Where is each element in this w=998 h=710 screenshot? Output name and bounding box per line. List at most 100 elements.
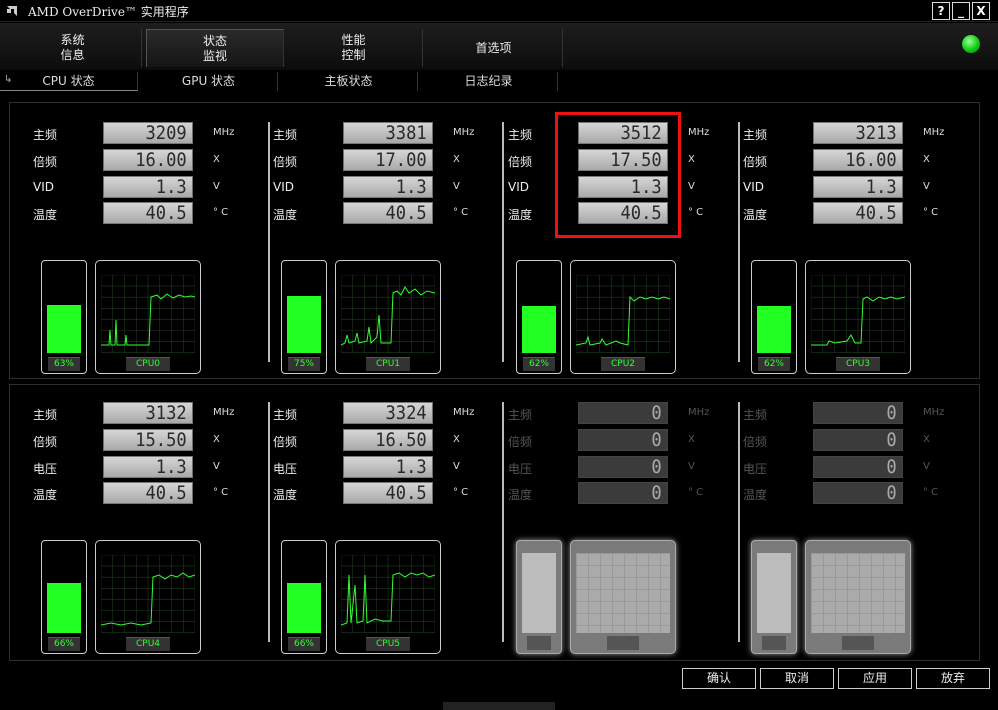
cpu-load-graph: CPU0 bbox=[95, 260, 201, 374]
metric-value-display: 1.3 bbox=[343, 456, 433, 478]
metric-row: 电压 0 V bbox=[743, 456, 973, 478]
cpu-core-block: 主频 0 MHz 倍频 0 X 电压 0 V 温度 0 ° C bbox=[508, 402, 742, 672]
cpu-load-meter bbox=[516, 540, 562, 654]
metric-unit: ° C bbox=[453, 487, 469, 498]
discard-button[interactable]: 放弃 bbox=[916, 668, 990, 689]
metric-label: 倍频 bbox=[33, 155, 58, 169]
tab-preferences[interactable]: 首选项 bbox=[425, 29, 563, 67]
subtab-log[interactable]: 日志纪录 bbox=[420, 72, 558, 91]
cpu-load-graph: CPU1 bbox=[335, 260, 441, 374]
metric-label: 温度 bbox=[508, 488, 533, 502]
cpu-core-name: CPU3 bbox=[836, 357, 880, 371]
metric-unit: V bbox=[923, 461, 930, 472]
subtab-arrow-icon: ↳ bbox=[4, 74, 13, 85]
title-bar: AMD OverDrive™ 实用程序 ? _ X bbox=[0, 0, 998, 22]
metric-value-display: 15.50 bbox=[103, 429, 193, 451]
metric-label: 温度 bbox=[508, 208, 533, 222]
cpu-core-name: CPU4 bbox=[126, 637, 170, 651]
metric-label: VID bbox=[743, 180, 764, 194]
cpu-core-name: CPU2 bbox=[601, 357, 645, 371]
metric-value-display: 0 bbox=[813, 402, 903, 424]
metric-row: 倍频 15.50 X bbox=[33, 429, 263, 451]
subtab-gpu-status[interactable]: GPU 状态 bbox=[140, 72, 278, 91]
cpu-core-block: 主频 0 MHz 倍频 0 X 电压 0 V 温度 0 ° C bbox=[743, 402, 977, 672]
metric-unit: ° C bbox=[213, 207, 229, 218]
close-button[interactable]: X bbox=[972, 2, 990, 20]
metric-label: 主频 bbox=[273, 408, 298, 422]
metric-unit: X bbox=[453, 434, 460, 445]
cpu-history-chart-inactive bbox=[811, 553, 905, 633]
subtab-cpu-status[interactable]: CPU 状态 bbox=[0, 72, 138, 91]
apply-button[interactable]: 应用 bbox=[838, 668, 912, 689]
status-indicator-icon bbox=[962, 35, 980, 53]
tab-status-monitor[interactable]: 状态 监视 bbox=[146, 29, 284, 67]
metric-value-display: 1.3 bbox=[343, 176, 433, 198]
metric-label: 主频 bbox=[273, 128, 298, 142]
metric-row: VID 1.3 V bbox=[743, 176, 973, 198]
metric-row: 温度 40.5 ° C bbox=[33, 202, 263, 224]
cpu-load-graph: CPU5 bbox=[335, 540, 441, 654]
cancel-button[interactable]: 取消 bbox=[760, 668, 834, 689]
cpu-load-meter: 75% bbox=[281, 260, 327, 374]
minimize-button[interactable]: _ bbox=[952, 2, 970, 20]
subtab-motherboard-status[interactable]: 主板状态 bbox=[280, 72, 418, 91]
metric-label: 主频 bbox=[33, 408, 58, 422]
metric-row: 温度 40.5 ° C bbox=[273, 482, 503, 504]
metric-label: 温度 bbox=[743, 488, 768, 502]
metric-value-display: 3213 bbox=[813, 122, 903, 144]
metric-row: 倍频 16.50 X bbox=[273, 429, 503, 451]
metric-value-display: 0 bbox=[578, 482, 668, 504]
metric-value-display: 40.5 bbox=[813, 202, 903, 224]
metric-label: 电压 bbox=[508, 462, 533, 476]
metric-value-display: 40.5 bbox=[343, 202, 433, 224]
metric-unit: ° C bbox=[923, 207, 939, 218]
cpu-history-chart bbox=[101, 555, 195, 633]
metric-value-display: 16.00 bbox=[103, 149, 193, 171]
amd-logo-icon bbox=[7, 6, 17, 16]
graph-slot bbox=[607, 636, 639, 650]
metric-row: 电压 1.3 V bbox=[273, 456, 503, 478]
cpu-core-block: 主频 3381 MHz 倍频 17.00 X VID 1.3 V 温度 40.5 ° C 75% CPU1 bbox=[273, 122, 507, 392]
metric-label: 倍频 bbox=[743, 435, 768, 449]
cpu-load-percent: 63% bbox=[48, 357, 80, 371]
metric-unit: MHz bbox=[213, 407, 235, 418]
bottom-strip bbox=[443, 702, 555, 710]
metric-value-display: 40.5 bbox=[103, 482, 193, 504]
metric-row: 主频 3213 MHz bbox=[743, 122, 973, 144]
metric-label: 倍频 bbox=[743, 155, 768, 169]
metric-value-display: 0 bbox=[578, 429, 668, 451]
metric-unit: MHz bbox=[453, 127, 475, 138]
cpu-load-graph bbox=[805, 540, 911, 654]
metric-label: 主频 bbox=[33, 128, 58, 142]
metric-unit: X bbox=[453, 154, 460, 165]
metric-row: 倍频 0 X bbox=[508, 429, 738, 451]
cpu-load-percent: 75% bbox=[288, 357, 320, 371]
metric-unit: X bbox=[923, 434, 930, 445]
metric-unit: V bbox=[688, 461, 695, 472]
tab-system-info[interactable]: 系统 信息 bbox=[4, 29, 142, 67]
metric-row: 温度 0 ° C bbox=[508, 482, 738, 504]
metric-label: 倍频 bbox=[273, 435, 298, 449]
meter-slot bbox=[527, 636, 551, 650]
cpu-load-meter: 66% bbox=[281, 540, 327, 654]
metric-label: 主频 bbox=[508, 128, 533, 142]
metric-label: 主频 bbox=[743, 408, 768, 422]
cpu-history-chart bbox=[811, 275, 905, 353]
metric-label: 温度 bbox=[33, 208, 58, 222]
metric-label: 温度 bbox=[273, 208, 298, 222]
window-title: AMD OverDrive™ 实用程序 bbox=[28, 5, 189, 19]
metric-value-display: 0 bbox=[578, 402, 668, 424]
cpu-core-block: 主频 3213 MHz 倍频 16.00 X VID 1.3 V 温度 40.5 ° C 62% CPU3 bbox=[743, 122, 977, 392]
cpu-core-block: 主频 3324 MHz 倍频 16.50 X 电压 1.3 V 温度 40.5 ° C 66% CPU5 bbox=[273, 402, 507, 672]
help-button[interactable]: ? bbox=[932, 2, 950, 20]
cpu-core-name: CPU1 bbox=[366, 357, 410, 371]
ok-button[interactable]: 确认 bbox=[682, 668, 756, 689]
cpu-core-block: 主频 3209 MHz 倍频 16.00 X VID 1.3 V 温度 40.5 ° C 63% CPU0 bbox=[33, 122, 267, 392]
metric-label: 电压 bbox=[33, 462, 58, 476]
cpu-load-bar-fill bbox=[47, 305, 81, 353]
metric-value-display: 40.5 bbox=[103, 202, 193, 224]
metric-unit: V bbox=[453, 181, 460, 192]
metric-unit: X bbox=[213, 154, 220, 165]
tab-performance-control[interactable]: 性能 控制 bbox=[285, 29, 423, 67]
metric-label: VID bbox=[33, 180, 54, 194]
